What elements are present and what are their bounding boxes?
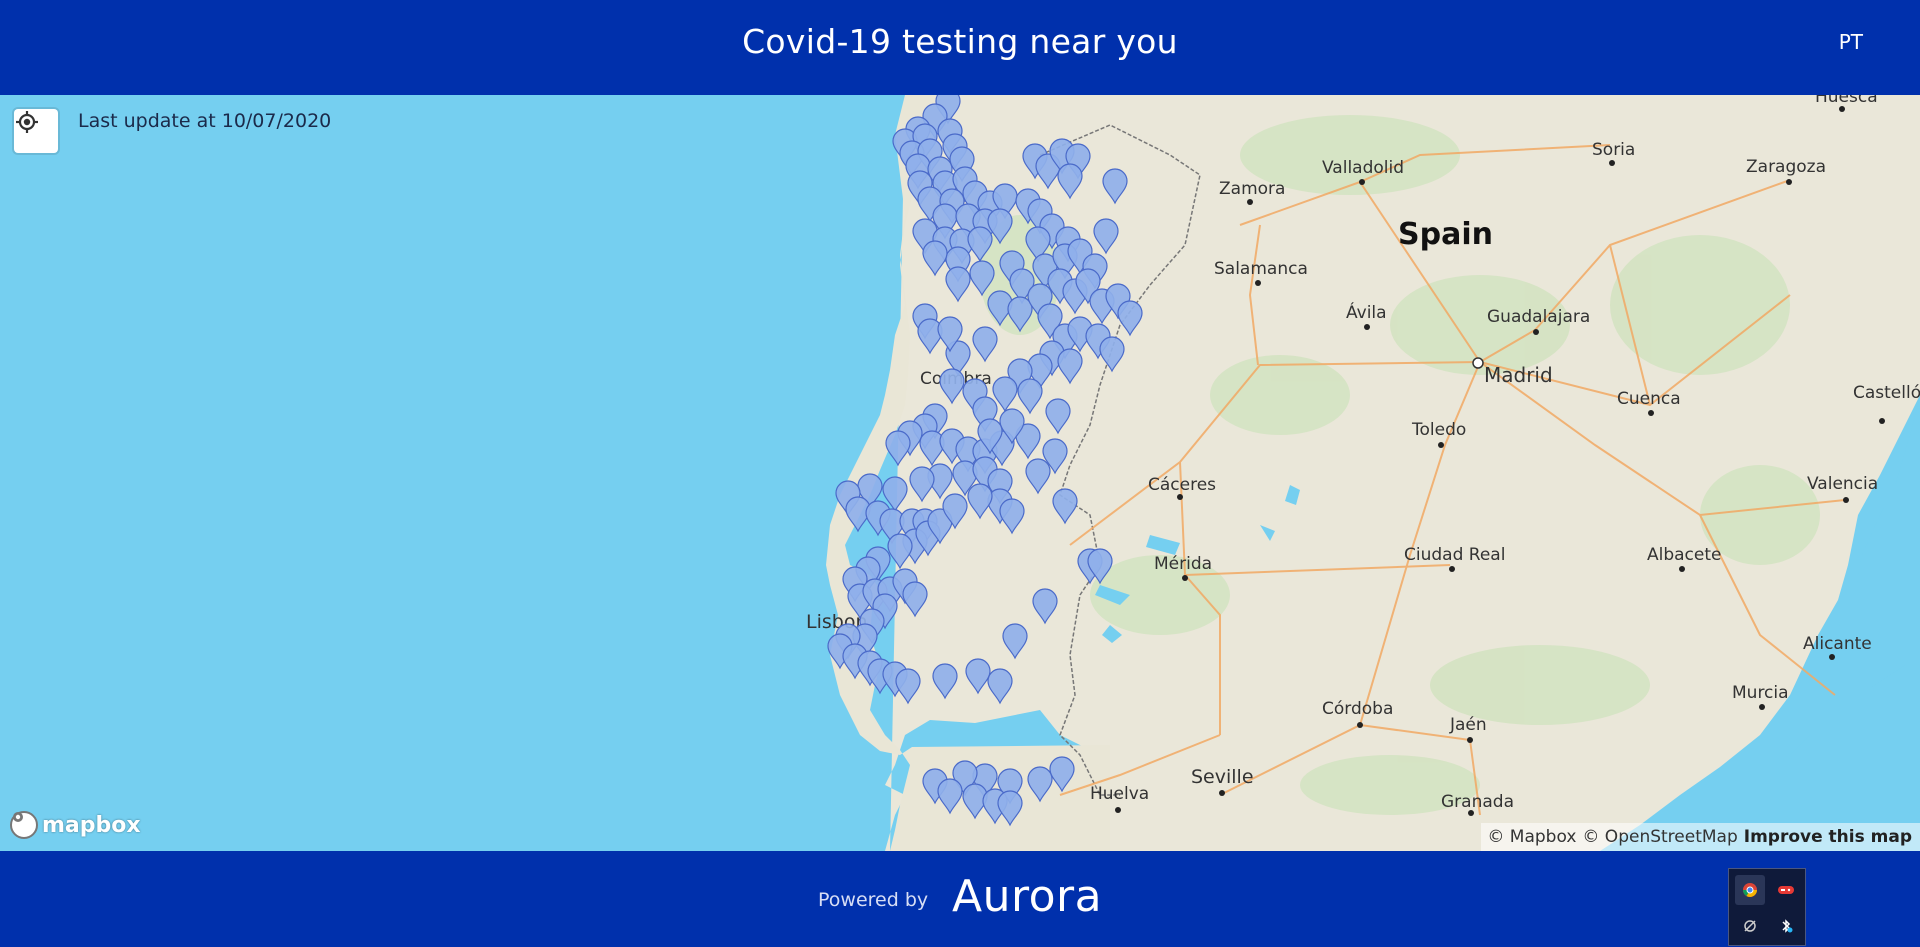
city-label-ciudad-real: Ciudad Real bbox=[1404, 545, 1505, 565]
city-label-zaragoza: Zaragoza bbox=[1746, 157, 1826, 177]
country-label-spain: Spain bbox=[1398, 217, 1493, 252]
city-label-huesca: Huesca bbox=[1815, 95, 1878, 107]
city-label-jaen: Jaén bbox=[1449, 715, 1487, 735]
powered-by-label: Powered by bbox=[818, 889, 929, 911]
network-icon[interactable] bbox=[1735, 911, 1765, 941]
system-tray-popup bbox=[1728, 868, 1806, 946]
mapbox-logo[interactable]: mapbox bbox=[10, 809, 141, 841]
attribution-mapbox[interactable]: © Mapbox bbox=[1487, 827, 1576, 847]
city-label-soria: Soria bbox=[1592, 140, 1635, 160]
city-label-murcia: Murcia bbox=[1732, 683, 1789, 703]
map-attribution: © Mapbox © OpenStreetMap Improve this ma… bbox=[1481, 823, 1920, 851]
city-label-guadalajara: Guadalajara bbox=[1487, 307, 1590, 327]
city-label-salamanca: Salamanca bbox=[1214, 259, 1308, 279]
city-label-valencia: Valencia bbox=[1807, 474, 1878, 494]
city-label-huelva: Huelva bbox=[1090, 784, 1149, 804]
city-label-caceres: Cáceres bbox=[1148, 475, 1216, 495]
map-canvas[interactable]: Valladolid Zamora Soria Zaragoza Huesca … bbox=[0, 95, 1920, 851]
crosshair-icon bbox=[16, 111, 38, 133]
coast-southeast bbox=[1790, 655, 1920, 755]
last-update-text: Last update at 10/07/2020 bbox=[78, 110, 332, 132]
city-label-avila: Ávila bbox=[1346, 301, 1387, 323]
city-label-zamora: Zamora bbox=[1219, 179, 1285, 199]
geolocate-button[interactable] bbox=[14, 109, 58, 153]
attribution-osm[interactable]: © OpenStreetMap bbox=[1582, 827, 1737, 847]
city-label-merida: Mérida bbox=[1154, 554, 1212, 574]
city-label-cordoba: Córdoba bbox=[1322, 699, 1393, 719]
aurora-logo[interactable]: Aurora bbox=[952, 871, 1102, 922]
improve-map-link[interactable]: Improve this map bbox=[1744, 827, 1912, 847]
city-label-valladolid: Valladolid bbox=[1322, 158, 1404, 178]
city-label-granada: Granada bbox=[1441, 792, 1514, 812]
game-controller-icon[interactable] bbox=[1771, 875, 1801, 905]
app-header: Covid-19 testing near you PT bbox=[0, 0, 1920, 95]
bluetooth-icon[interactable] bbox=[1771, 911, 1801, 941]
page-title: Covid-19 testing near you bbox=[742, 22, 1178, 61]
city-label-toledo: Toledo bbox=[1411, 420, 1466, 440]
city-label-madrid: Madrid bbox=[1484, 363, 1553, 387]
app-footer: Powered by Aurora bbox=[0, 851, 1920, 947]
city-label-cuenca: Cuenca bbox=[1617, 389, 1681, 409]
city-label-albacete: Albacete bbox=[1647, 545, 1722, 565]
language-toggle[interactable]: PT bbox=[1839, 30, 1863, 54]
city-label-seville: Seville bbox=[1191, 766, 1254, 788]
mapbox-logo-text: mapbox bbox=[42, 812, 141, 838]
city-label-castellon: Castellón de la Plana bbox=[1853, 383, 1920, 403]
mapbox-logo-icon bbox=[10, 811, 38, 839]
chrome-icon[interactable] bbox=[1735, 875, 1765, 905]
capital-marker bbox=[1472, 357, 1484, 369]
map-container[interactable]: Valladolid Zamora Soria Zaragoza Huesca … bbox=[0, 95, 1920, 851]
city-label-alicante: Alicante bbox=[1803, 634, 1872, 654]
